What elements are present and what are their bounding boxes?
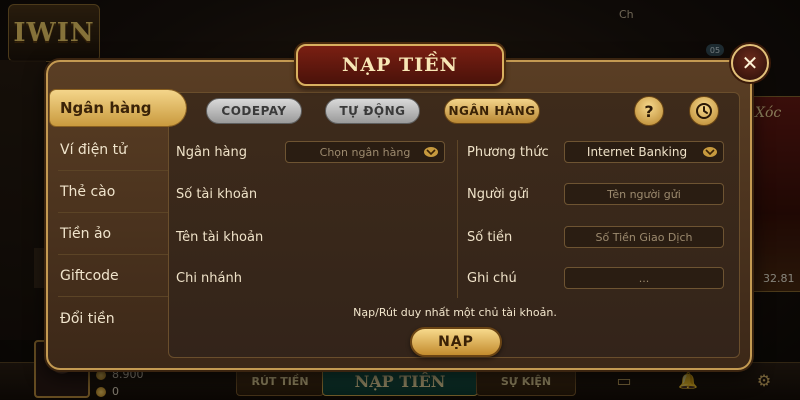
help-icon: ? [644,101,654,121]
sidebar-item-the-cao[interactable]: Thẻ cào [50,174,180,210]
sidebar-item-vi-dien-tu[interactable]: Ví điện tử [50,132,180,168]
payment-category-sidebar: Ngân hàng Ví điện tử Thẻ cào Tiền ảo Gif… [50,90,186,360]
history-button[interactable] [689,96,719,126]
sender-input-placeholder: Tên người gửi [607,187,681,201]
account-number-label: Số tài khoản [176,187,258,202]
sidebar-item-label: Tiền ảo [60,226,112,242]
sidebar-divider [58,170,168,171]
sender-label: Người gửi [467,187,530,202]
sidebar-divider [58,212,168,213]
sidebar-divider [58,254,168,255]
sidebar-item-tien-ao[interactable]: Tiền ảo [50,216,180,252]
help-button[interactable]: ? [634,96,664,126]
account-name-label: Tên tài khoản [176,230,264,245]
note-label: Ghi chú [467,271,517,286]
close-button[interactable]: ✕ [731,44,769,82]
branch-label: Chi nhánh [176,271,242,286]
notice-text: Nạp/Rút duy nhất một chủ tài khoản. [353,306,557,319]
method-label: Phương thức [467,145,549,160]
sidebar-item-doi-tien[interactable]: Đổi tiền [50,301,180,337]
amount-input-placeholder: Số Tiền Giao Dịch [595,230,693,244]
amount-label: Số tiền [467,230,513,245]
note-input[interactable]: ... [564,267,724,289]
close-icon: ✕ [741,51,759,75]
bank-select[interactable]: Chọn ngân hàng [285,141,445,163]
note-input-placeholder: ... [638,271,650,285]
sidebar-item-label: Giftcode [60,268,119,284]
sidebar-item-label: Ngân hàng [60,99,152,117]
sidebar-divider [58,296,168,297]
submit-deposit-button[interactable]: NẠP [410,327,502,357]
history-icon [696,103,712,119]
tab-codepay[interactable]: CODEPAY [206,98,302,124]
chevron-down-icon [424,147,438,157]
sidebar-item-ngan-hang[interactable]: Ngân hàng [50,90,186,126]
method-select-value: Internet Banking [586,145,688,159]
column-divider [457,140,458,298]
sender-input[interactable]: Tên người gửi [564,183,724,205]
amount-input[interactable]: Số Tiền Giao Dịch [564,226,724,248]
method-select[interactable]: Internet Banking [564,141,724,163]
tab-tu-dong[interactable]: TỰ ĐỘNG [325,98,420,124]
sidebar-item-label: Đổi tiền [60,311,115,327]
tab-ngan-hang[interactable]: NGÂN HÀNG [444,98,540,124]
sidebar-item-label: Ví điện tử [60,142,127,158]
bank-select-placeholder: Chọn ngân hàng [319,145,411,159]
chevron-down-icon [703,147,717,157]
sidebar-item-label: Thẻ cào [60,184,116,200]
sidebar-item-giftcode[interactable]: Giftcode [50,258,180,294]
bank-label: Ngân hàng [176,145,248,160]
modal-title: NẠP TIỀN [296,44,504,86]
